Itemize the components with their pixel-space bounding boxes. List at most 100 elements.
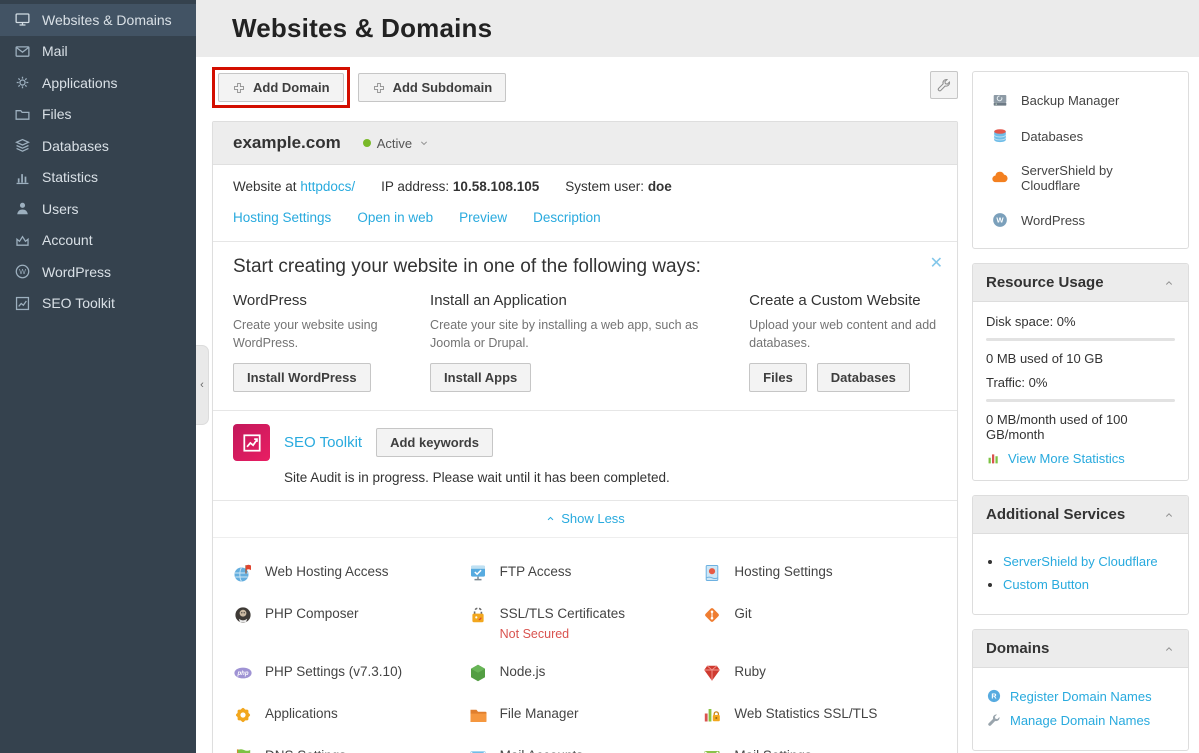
domains-panel: Domains R Register Domain Names Manage Dom… — [972, 629, 1189, 751]
sidebar-item-users[interactable]: Users — [0, 193, 196, 225]
sidebar-item-statistics[interactable]: Statistics — [0, 162, 196, 194]
feature-hosting-settings[interactable]: Hosting Settings — [702, 552, 937, 594]
sidebar-item-wordpress[interactable]: W WordPress — [0, 256, 196, 288]
domain-links-row: Hosting Settings Open in web Preview Descri… — [213, 198, 957, 241]
domain-card: example.com Active Website at httpdocs/ … — [212, 121, 958, 753]
add-domain-button[interactable]: Add Domain — [218, 73, 344, 102]
wrench-icon — [936, 77, 952, 93]
promo-option-title: Install an Application — [430, 292, 721, 309]
view-more-statistics-link[interactable]: View More Statistics — [1008, 451, 1125, 466]
mail-icon — [14, 43, 31, 60]
features-grid: Web Hosting AccessFTP AccessHosting Sett… — [213, 537, 957, 753]
feature-ssl-tls-certificates[interactable]: SSL/TLS CertificatesNot Secured — [468, 594, 703, 652]
sidebar-item-label: Databases — [42, 138, 109, 154]
install-apps-button[interactable]: Install Apps — [430, 363, 531, 392]
quicklink-backup-manager[interactable]: Backup Manager — [973, 82, 1188, 118]
install-wordpress-button[interactable]: Install WordPress — [233, 363, 371, 392]
collapse-chevron-icon[interactable] — [1163, 509, 1175, 521]
tools-wrench-button[interactable] — [930, 71, 958, 99]
sidebar-item-websites-domains[interactable]: Websites & Domains — [0, 4, 196, 36]
register-domain-names[interactable]: R Register Domain Names — [986, 688, 1175, 704]
feature-applications[interactable]: Applications — [233, 694, 468, 736]
sidebar-collapse-handle[interactable]: ‹ — [196, 345, 209, 425]
traffic-progressbar — [986, 399, 1175, 402]
feature-label: Ruby — [734, 662, 766, 679]
right-sidebar: Backup ManagerDatabasesServerShield by C… — [972, 71, 1189, 753]
close-icon[interactable]: ✕ — [930, 256, 943, 272]
quicklink-wordpress[interactable]: WWordPress — [973, 202, 1188, 238]
manage-domain-names[interactable]: Manage Domain Names — [986, 712, 1175, 728]
show-less-row: Show Less — [213, 500, 957, 537]
sidebar-item-label: SEO Toolkit — [42, 295, 115, 311]
r-circle-icon: R — [986, 688, 1002, 704]
servershield-by-cloudflare-link[interactable]: ServerShield by Cloudflare — [1003, 554, 1158, 569]
custom-button-link[interactable]: Custom Button — [1003, 577, 1089, 592]
httpdocs-link[interactable]: httpdocs/ — [300, 179, 355, 194]
wordpress-icon: W — [14, 263, 31, 280]
annotation-highlight: Add Domain — [212, 67, 350, 108]
feature-web-hosting-access[interactable]: Web Hosting Access — [233, 552, 468, 594]
seo-status-text: Site Audit is in progress. Please wait u… — [284, 470, 937, 485]
chevron-down-icon — [418, 137, 430, 149]
promo-option-title: WordPress — [233, 292, 402, 309]
domain-status-dropdown[interactable]: Active — [363, 136, 430, 151]
open-in-web-link[interactable]: Open in web — [357, 210, 433, 225]
description-link[interactable]: Description — [533, 210, 601, 225]
sidebar-item-account[interactable]: Account — [0, 225, 196, 257]
feature-label: Web Statistics SSL/TLS — [734, 704, 877, 721]
promo-option-install-an-application: Install an Application Create your site b… — [430, 292, 721, 392]
feature-web-statistics-ssl-tls[interactable]: Web Statistics SSL/TLS — [702, 694, 937, 736]
feature-label: File Manager — [500, 704, 579, 721]
sidebar-item-seo-toolkit[interactable]: SEO Toolkit — [0, 288, 196, 320]
domains-title: Domains — [986, 640, 1049, 657]
collapse-chevron-icon[interactable] — [1163, 643, 1175, 655]
hosting-settings-link[interactable]: Hosting Settings — [233, 210, 331, 225]
promo-option-title: Create a Custom Website — [749, 292, 937, 309]
add-subdomain-button[interactable]: Add Subdomain — [358, 73, 507, 102]
feature-ruby[interactable]: Ruby — [702, 652, 937, 694]
feature-file-manager[interactable]: File Manager — [468, 694, 703, 736]
composer-icon — [233, 605, 253, 625]
feature-dns-settings[interactable]: DNS Settings — [233, 736, 468, 753]
sidebar-item-label: Websites & Domains — [42, 12, 172, 28]
feature-ftp-access[interactable]: FTP Access — [468, 552, 703, 594]
sidebar-item-databases[interactable]: Databases — [0, 130, 196, 162]
chevron-up-icon — [545, 513, 556, 524]
svg-text:R: R — [991, 692, 997, 701]
quicklink-label: WordPress — [1021, 213, 1085, 228]
domains-link-label: Register Domain Names — [1010, 689, 1152, 704]
databases-button[interactable]: Databases — [817, 363, 910, 392]
sidebar-item-mail[interactable]: Mail — [0, 36, 196, 68]
disk-space-progressbar — [986, 338, 1175, 341]
feature-status-text: Not Secured — [500, 627, 625, 641]
sidebar-item-files[interactable]: Files — [0, 99, 196, 131]
feature-mail-settings[interactable]: Mail Settings — [702, 736, 937, 753]
sidebar-item-label: Files — [42, 106, 72, 122]
traffic-detail: 0 MB/month used of 100 GB/month — [986, 412, 1175, 442]
seo-toolkit-link[interactable]: SEO Toolkit — [284, 434, 362, 451]
feature-node-js[interactable]: Node.js — [468, 652, 703, 694]
content-area: Websites & Domains Add Domain Add Subdom… — [196, 0, 1199, 753]
sidebar-item-label: WordPress — [42, 264, 111, 280]
preview-link[interactable]: Preview — [459, 210, 507, 225]
globe-flag-icon — [233, 563, 253, 583]
quicklink-servershield-by-cloudflare[interactable]: ServerShield by Cloudflare — [973, 154, 1188, 202]
files-button[interactable]: Files — [749, 363, 807, 392]
envelope-green-icon — [702, 747, 722, 753]
traffic-label: Traffic: 0% — [986, 375, 1175, 390]
add-keywords-button[interactable]: Add keywords — [376, 428, 493, 457]
feature-php-composer[interactable]: PHP Composer — [233, 594, 468, 652]
seo-toolkit-row: SEO Toolkit Add keywords Site Audit is i… — [213, 410, 957, 500]
feature-mail-accounts[interactable]: Mail Accounts — [468, 736, 703, 753]
feature-git[interactable]: Git — [702, 594, 937, 652]
promo-option-desc: Create your site by installing a web app… — [430, 316, 721, 352]
collapse-chevron-icon[interactable] — [1163, 277, 1175, 289]
quicklink-databases[interactable]: Databases — [973, 118, 1188, 154]
gear-orange-icon — [233, 705, 253, 725]
feature-php-settings-v7-3-10[interactable]: phpPHP Settings (v7.3.10) — [233, 652, 468, 694]
additional-services-title: Additional Services — [986, 506, 1125, 523]
domain-card-header: example.com Active — [213, 122, 957, 165]
show-less-link[interactable]: Show Less — [545, 511, 625, 526]
sidebar-item-label: Users — [42, 201, 79, 217]
sidebar-item-applications[interactable]: Applications — [0, 67, 196, 99]
